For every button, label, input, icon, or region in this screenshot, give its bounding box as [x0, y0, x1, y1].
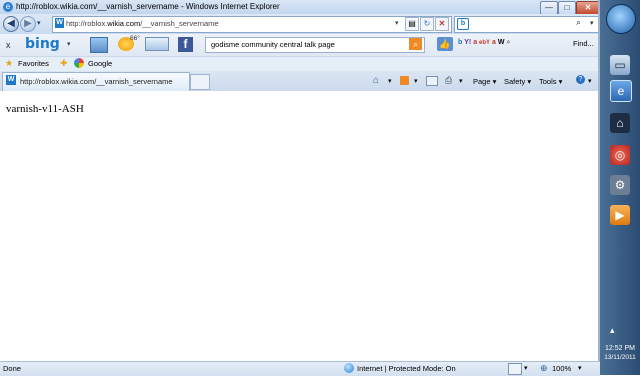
clock-time[interactable]: 12:52 PM — [602, 345, 638, 352]
feeds-dropdown-icon[interactable]: ▾ — [414, 77, 418, 85]
find-button[interactable]: Find... — [573, 39, 594, 48]
recent-pages-dropdown-icon[interactable]: ▾ — [37, 19, 41, 27]
help-dropdown-icon[interactable]: ▾ — [588, 77, 592, 85]
close-toolbar-button[interactable]: x — [6, 40, 11, 50]
bing-logo[interactable]: bing — [25, 36, 60, 52]
bing-search-query: godisme community central talk page — [211, 40, 335, 49]
safety-menu[interactable]: Safety ▾ — [504, 77, 531, 86]
explorer-taskbar-icon[interactable]: ▭ — [610, 55, 630, 75]
ie-logo-icon: e — [3, 2, 13, 12]
back-button[interactable]: ◀ — [3, 16, 19, 32]
internet-explorer-taskbar-icon[interactable]: e — [610, 80, 632, 102]
security-zone[interactable]: Internet | Protected Mode: On — [357, 364, 456, 373]
notification-arrow-icon[interactable]: ▴ — [610, 325, 615, 336]
window-title: http://roblox.wikia.com/__varnish_server… — [16, 2, 280, 11]
tab-label: http://roblox.wikia.com/__varnish_server… — [20, 77, 173, 86]
favorites-button[interactable]: Favorites — [18, 59, 49, 68]
clock-date[interactable]: 13/11/2011 — [602, 354, 638, 361]
maximize-button[interactable]: □ — [558, 1, 576, 15]
internet-zone-icon — [344, 363, 354, 373]
zoom-level[interactable]: 100% — [552, 364, 571, 373]
address-url: http://roblox.wikia.com/__varnish_server… — [66, 19, 219, 28]
home-dropdown-icon[interactable]: ▾ — [388, 77, 392, 85]
print-dropdown-icon[interactable]: ▾ — [459, 77, 463, 85]
media-player-taskbar-icon[interactable]: ▶ — [610, 205, 630, 225]
media-taskbar-icon[interactable]: ◎ — [610, 145, 630, 165]
forward-button[interactable]: ▶ — [20, 16, 36, 32]
page-body-text: varnish-v11-ASH — [6, 103, 84, 115]
like-icon[interactable]: 👍 — [437, 37, 453, 51]
search-icon[interactable]: ⌕ — [576, 17, 581, 28]
help-icon[interactable]: ? — [576, 75, 585, 84]
search-options-icon[interactable]: ▾ — [590, 19, 594, 27]
bing-search-button[interactable]: ⌕ — [409, 38, 422, 50]
start-button[interactable] — [606, 4, 636, 34]
amazon-shortcut-icon[interactable]: a — [492, 39, 496, 46]
bing-shortcut-icon[interactable]: b — [458, 39, 462, 46]
url-path: /__varnish_servername — [140, 19, 219, 28]
refresh-icon[interactable]: ↻ — [420, 17, 434, 31]
url-domain: wikia.com — [107, 19, 141, 28]
safety-menu-chevron-icon: ▾ — [527, 77, 532, 86]
zoom-dropdown-icon[interactable]: ▾ — [578, 364, 582, 372]
search-shortcut-icon[interactable]: ⌕ — [506, 39, 510, 46]
print-icon[interactable]: ⎙ — [445, 75, 452, 86]
close-button[interactable]: ✕ — [576, 1, 600, 15]
wikipedia-shortcut-icon[interactable]: W — [498, 39, 505, 46]
tools-menu[interactable]: Tools ▾ — [539, 77, 562, 86]
protected-mode-icon[interactable] — [508, 363, 522, 375]
minimize-button[interactable]: — — [540, 1, 558, 15]
tab-favicon-icon: W — [6, 75, 16, 85]
bing-menu-icon[interactable]: ▾ — [67, 40, 71, 48]
stop-icon[interactable]: ✕ — [435, 17, 449, 31]
yahoo-shortcut-icon[interactable]: Y! — [464, 39, 471, 46]
wikia-favicon-icon: W — [55, 18, 64, 28]
favorites-star-icon[interactable]: ★ — [5, 58, 13, 69]
page-menu-label: Page — [473, 77, 491, 86]
page-content — [0, 91, 598, 361]
home-icon[interactable]: ⌂ — [373, 75, 379, 86]
google-favicon-icon — [74, 58, 84, 68]
address-dropdown-icon[interactable]: ▾ — [395, 19, 399, 27]
roblox-studio-taskbar-icon[interactable]: ⌂ — [610, 113, 630, 133]
read-mail-icon[interactable] — [426, 76, 438, 86]
zoom-icon[interactable]: ⊕ — [540, 363, 548, 374]
page-menu-chevron-icon: ▾ — [492, 77, 497, 86]
feeds-icon[interactable] — [400, 76, 409, 85]
compatibility-view-icon[interactable]: ▤ — [405, 17, 419, 31]
mail-icon[interactable] — [145, 37, 169, 51]
weather-temperature: 66° — [130, 35, 140, 42]
url-prefix: http://roblox. — [66, 19, 108, 28]
tools-menu-chevron-icon: ▾ — [558, 77, 563, 86]
safety-menu-label: Safety — [504, 77, 526, 86]
maps-icon[interactable] — [90, 37, 108, 53]
bing-search-provider-icon: b — [457, 18, 469, 30]
page-menu[interactable]: Page ▾ — [473, 77, 496, 86]
ebay-shortcut-icon[interactable]: ebY — [479, 40, 490, 46]
tools-menu-label: Tools — [539, 77, 557, 86]
site-shortcuts: b Y! a ebY a W ⌕ — [458, 37, 510, 49]
aol-shortcut-icon[interactable]: a — [473, 39, 477, 46]
facebook-icon[interactable]: f — [178, 37, 193, 52]
settings-gear-icon[interactable]: ⚙ — [610, 175, 630, 195]
add-favorites-icon[interactable]: ✚ — [60, 58, 68, 69]
new-tab-button[interactable] — [190, 74, 210, 90]
google-favorite-link[interactable]: Google — [88, 59, 112, 68]
status-dropdown-icon[interactable]: ▾ — [524, 364, 528, 372]
status-text: Done — [3, 364, 21, 373]
